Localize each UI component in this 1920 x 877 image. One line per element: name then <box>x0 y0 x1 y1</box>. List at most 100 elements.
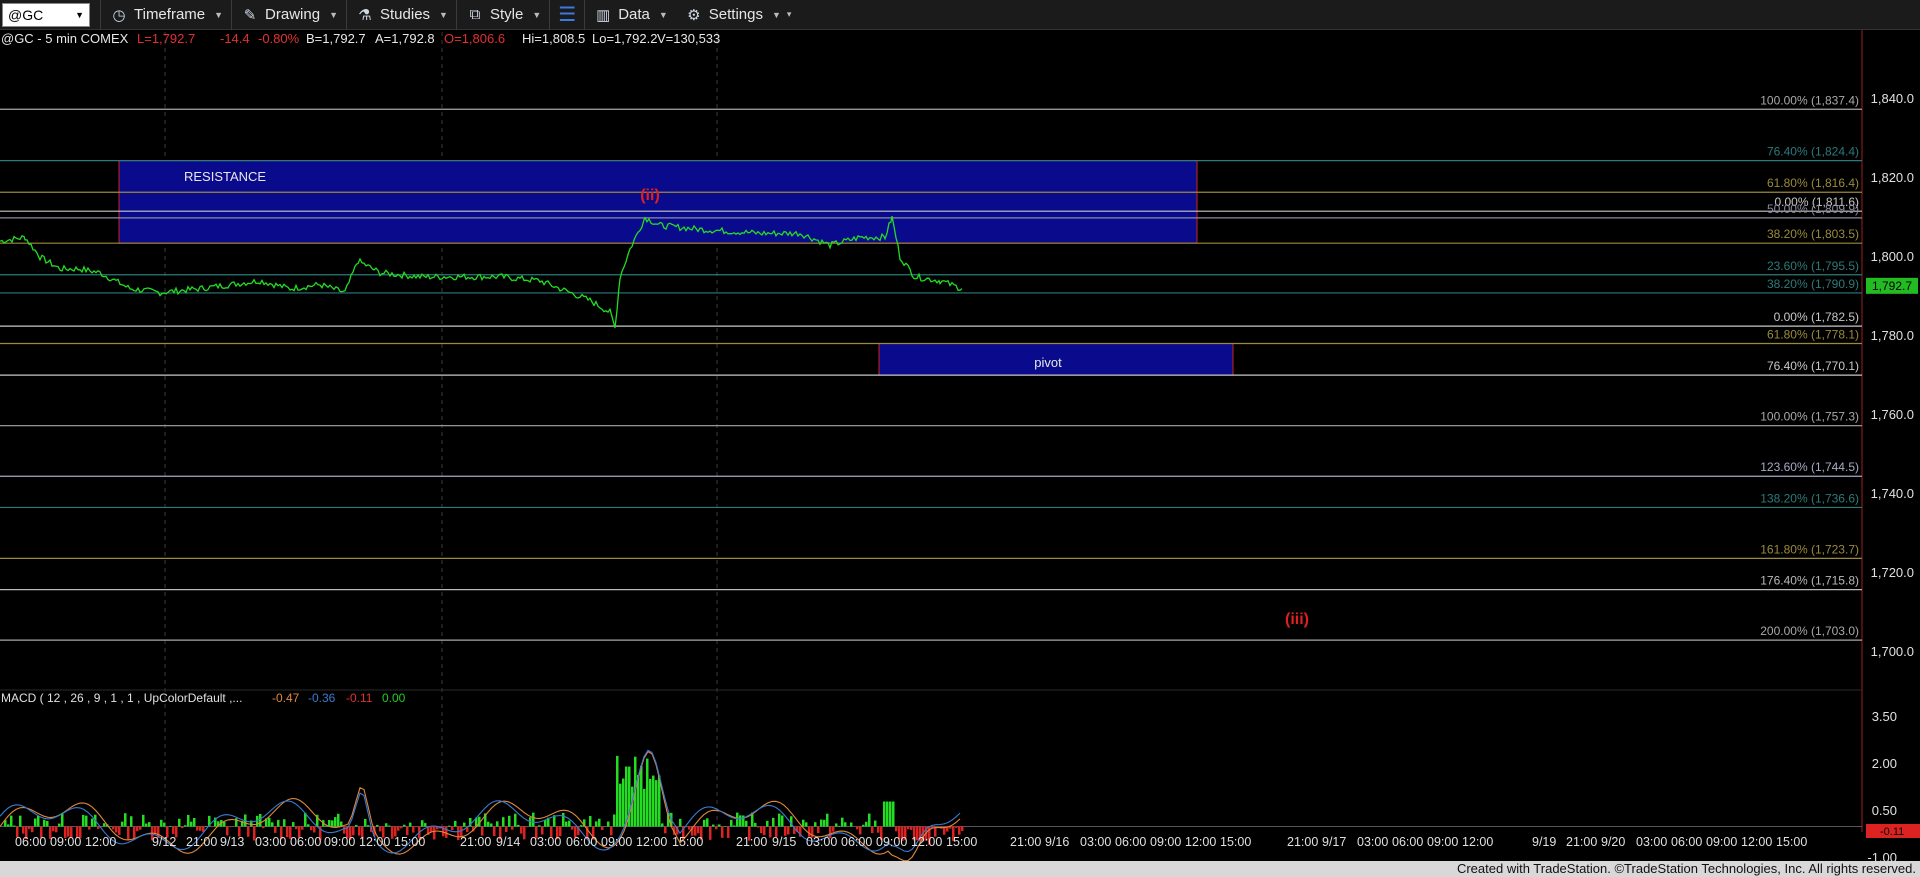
macd-bar <box>22 826 25 834</box>
time-axis-label: 21:00 <box>186 835 217 849</box>
macd-bar <box>259 813 262 827</box>
time-axis-label: 9/15 <box>772 835 796 849</box>
macd-bar <box>541 826 544 835</box>
macd-bar <box>184 825 187 827</box>
macd-bar <box>46 820 49 827</box>
time-axis-label: 06:00 <box>1115 835 1146 849</box>
macd-bar <box>115 826 118 833</box>
time-axis-label: 03:00 <box>255 835 286 849</box>
fib-label: 50.00% (1,809.9) <box>1767 202 1859 216</box>
macd-bar <box>310 826 313 831</box>
macd-bar <box>835 823 838 827</box>
macd-bar <box>169 825 172 827</box>
macd-bar <box>283 819 286 827</box>
macd-bar <box>154 826 157 834</box>
price-axis-label: 1,760.0 <box>1871 407 1914 422</box>
macd-bar <box>838 825 841 827</box>
macd-bar <box>130 816 133 827</box>
time-axis: 06:00 09:00 12:00 9/12 21:00 9/13 03:00 06:00 09… <box>15 835 1807 849</box>
macd-bar <box>58 823 61 827</box>
macd-bar <box>826 813 829 827</box>
macd-bar <box>301 826 304 830</box>
macd-bar <box>55 826 58 833</box>
fib-label: 38.20% (1,790.9) <box>1767 277 1859 291</box>
macd-bar <box>163 822 166 827</box>
macd-bar <box>841 817 844 827</box>
macd-bar <box>649 778 652 827</box>
time-axis-label: 06:00 <box>841 835 872 849</box>
open-text: O=1,806.6 <box>444 31 505 46</box>
macd-bar <box>655 780 658 827</box>
time-axis-label: 09:00 <box>50 835 81 849</box>
time-axis-label: 15:00 <box>1220 835 1251 849</box>
macd-bar <box>961 826 964 831</box>
macd-bar <box>709 826 712 840</box>
macd-bar <box>568 820 571 827</box>
time-axis-label: 21:00 <box>460 835 491 849</box>
time-axis-label: 9/17 <box>1322 835 1346 849</box>
time-axis-label: 06:00 <box>290 835 321 849</box>
macd-bar <box>706 818 709 827</box>
macd-bar <box>721 826 724 838</box>
macd-bar <box>385 823 388 827</box>
macd-bar <box>502 817 505 827</box>
symbol-title: @GC - 5 min COMEX <box>1 31 129 46</box>
macd-bar <box>121 821 124 827</box>
macd-bar <box>652 775 655 827</box>
price-axis-label: 1,820.0 <box>1871 170 1914 185</box>
macd-bar <box>7 824 10 827</box>
macd-bar <box>247 826 250 837</box>
macd-bar <box>61 813 64 827</box>
macd-bar <box>409 822 412 827</box>
time-axis-label: 12:00 <box>636 835 667 849</box>
time-axis-label: 06:00 <box>566 835 597 849</box>
macd-bar <box>277 819 280 827</box>
macd-bar <box>490 823 493 827</box>
macd-bar <box>142 814 145 827</box>
macd-bar <box>823 819 826 827</box>
price-axis-label: 1,780.0 <box>1871 328 1914 343</box>
macd-bar <box>10 815 13 827</box>
fib-label: 100.00% (1,837.4) <box>1760 93 1859 107</box>
time-axis-label: 03:00 <box>1080 835 1111 849</box>
macd-bar <box>412 826 415 833</box>
fib-label: 100.00% (1,757.3) <box>1760 410 1859 424</box>
macd-bar <box>868 813 871 827</box>
price-axis-label: 1,720.0 <box>1871 565 1914 580</box>
fib-label: 76.40% (1,824.4) <box>1767 145 1859 159</box>
macd-bar <box>883 801 886 827</box>
macd-bar <box>211 826 214 828</box>
macd-bar <box>739 815 742 827</box>
macd-bar <box>229 826 232 828</box>
chart-area[interactable]: @GC - 5 min COMEX L=1,792.7 -14.4 -0.80%… <box>0 0 1920 877</box>
macd-bar <box>454 820 457 827</box>
macd-bar <box>19 815 22 827</box>
time-axis-label: 09:00 <box>1427 835 1458 849</box>
macd-bar <box>727 826 730 839</box>
macd-bar <box>820 819 823 827</box>
macd-bar <box>388 825 391 827</box>
macd-bar <box>598 818 601 827</box>
macd-bar <box>703 819 706 827</box>
macd-bar <box>616 755 619 827</box>
macd-bar <box>337 813 340 827</box>
macd-bar <box>181 826 184 829</box>
macd-bar <box>763 826 766 836</box>
macd-bar <box>364 818 367 827</box>
macd-bar <box>37 816 40 827</box>
macd-bar <box>307 824 310 827</box>
price-axis-label: 1,740.0 <box>1871 486 1914 501</box>
macd-bar <box>589 816 592 827</box>
time-axis-label: 21:00 <box>1566 835 1597 849</box>
macd-bar <box>28 826 31 830</box>
macd-bar <box>757 826 760 828</box>
macd-bar <box>715 826 718 830</box>
macd-bar <box>643 788 646 827</box>
macd-bar <box>607 821 610 827</box>
macd-bar <box>199 826 202 831</box>
macd-bar <box>505 826 508 832</box>
macd-bar <box>190 821 193 827</box>
time-axis-label: 9/14 <box>496 835 520 849</box>
macd-bar <box>274 826 277 833</box>
macd-bar <box>496 821 499 827</box>
